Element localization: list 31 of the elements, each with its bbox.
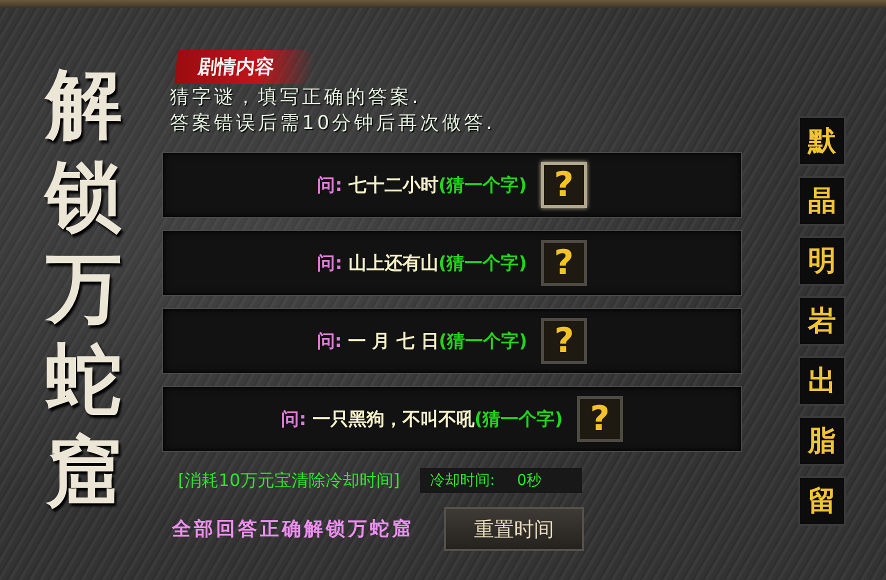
riddle-hint: (猜一个字) (438, 252, 527, 275)
riddle-hint: (猜一个字) (438, 174, 527, 197)
character-tile[interactable]: 晶 (798, 176, 846, 226)
question-label: 问: (317, 252, 342, 275)
character-tile[interactable]: 明 (798, 236, 846, 286)
riddle-text: 山上还有山 (348, 252, 438, 275)
answer-button[interactable]: ? (541, 318, 588, 364)
clear-cooldown-link[interactable]: [消耗10万元宝清除冷却时间] (178, 469, 400, 492)
character-tile[interactable]: 脂 (798, 416, 846, 466)
character-tile[interactable]: 出 (798, 356, 846, 406)
cooldown-value: 0秒 (516, 471, 542, 490)
riddle-text: 一只黑狗，不叫不吼 (312, 408, 474, 431)
character-tile[interactable]: 默 (798, 116, 846, 166)
answer-button[interactable]: ? (576, 396, 623, 442)
panel-title: 解锁万蛇窟 (24, 58, 144, 551)
riddle-hint: (猜一个字) (474, 408, 563, 431)
riddle-text: 一 月 七 日 (348, 330, 439, 353)
instruction-text: 猜字谜，填写正确的答案. (170, 85, 422, 110)
riddle-hint: (猜一个字) (438, 330, 528, 353)
question-label: 问: (281, 408, 306, 431)
reset-time-button[interactable]: 重置时间 (444, 507, 584, 551)
question-label: 问: (317, 174, 342, 197)
answer-button[interactable]: ? (540, 240, 587, 286)
goal-text: 全部回答正确解锁万蛇窟 (172, 517, 414, 542)
character-tile[interactable]: 岩 (798, 296, 846, 346)
riddle-text: 七十二小时 (348, 174, 438, 197)
character-tile[interactable]: 留 (798, 476, 846, 526)
cooldown-label: 冷却时间: (430, 471, 495, 490)
instruction-text: 答案错误后需10分钟后再次做答. (170, 111, 496, 136)
answer-button[interactable]: ? (540, 162, 587, 208)
question-label: 问: (316, 330, 342, 353)
